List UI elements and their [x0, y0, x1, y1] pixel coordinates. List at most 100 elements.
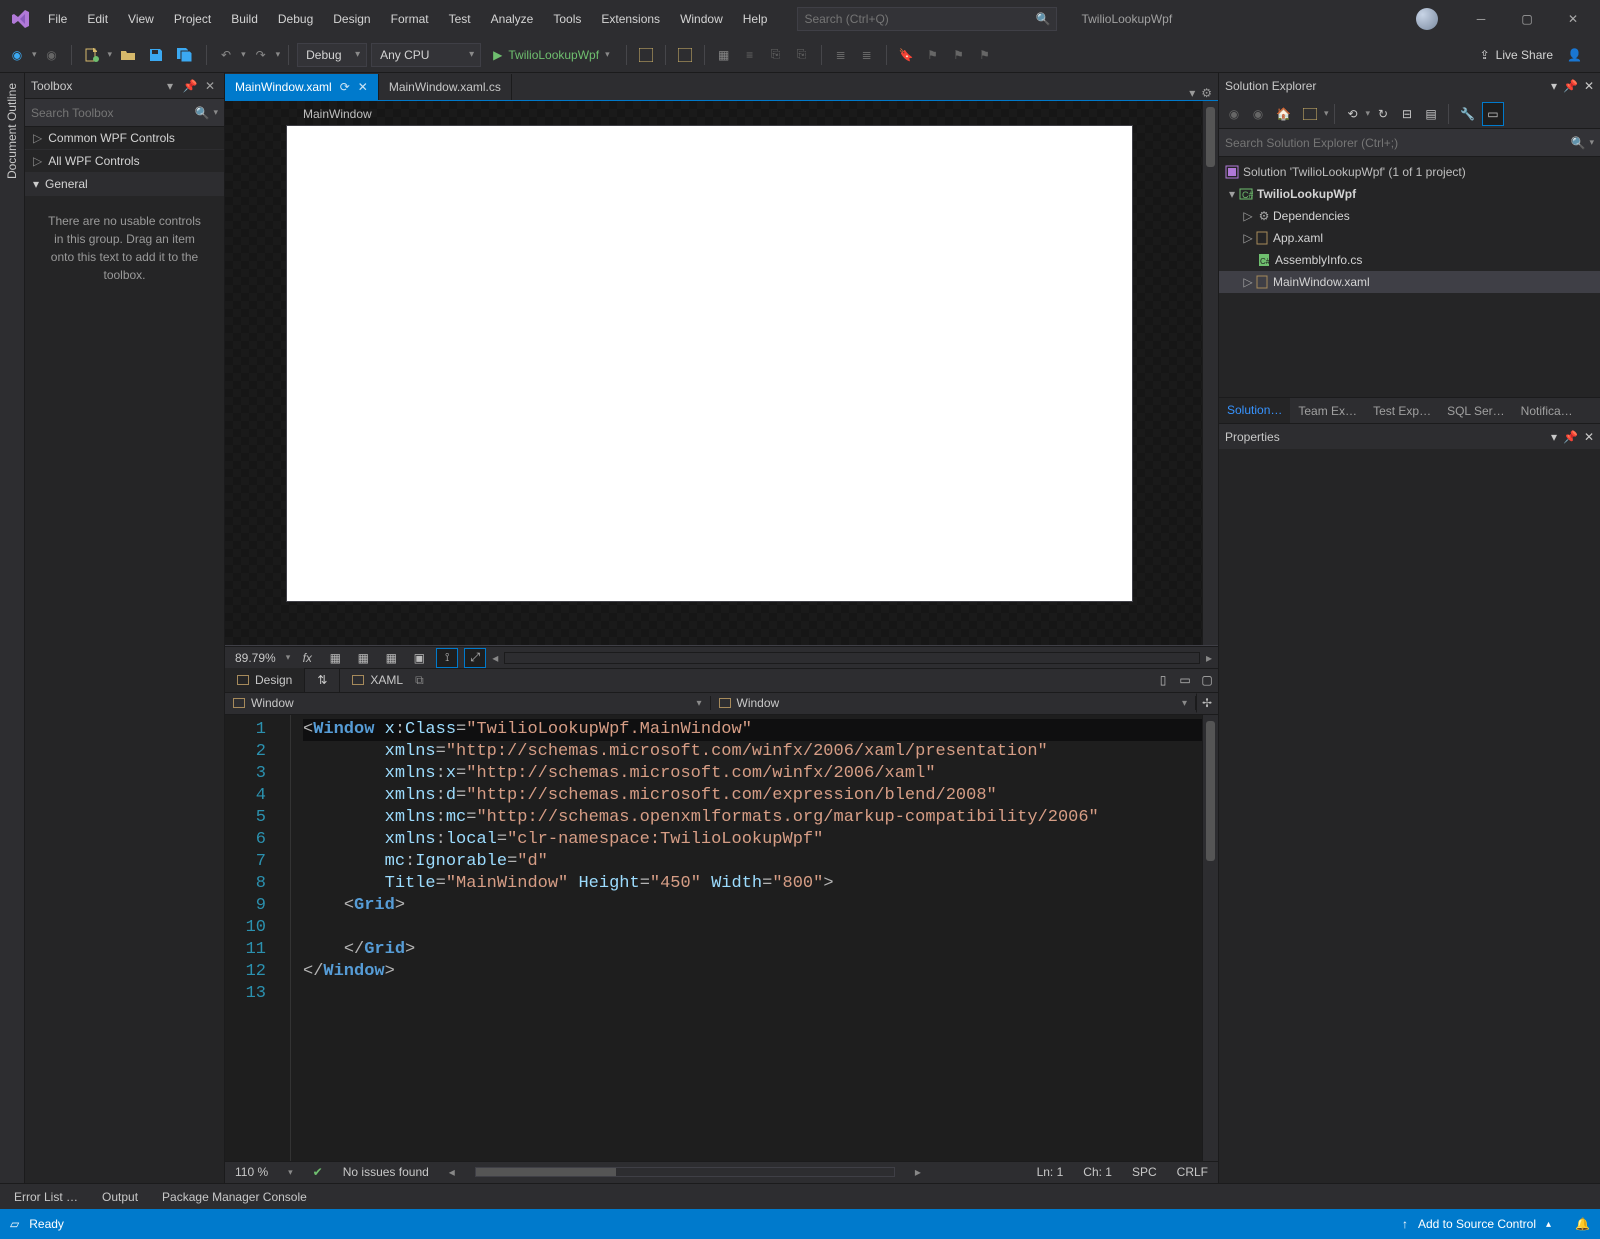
save-all-button[interactable] [172, 43, 198, 67]
grid-btn-1[interactable]: ▦ [324, 648, 346, 668]
design-artboard[interactable] [287, 126, 1132, 601]
dock-tab[interactable]: Output [92, 1186, 148, 1208]
menu-project[interactable]: Project [164, 6, 221, 32]
solution-search-input[interactable] [1225, 136, 1571, 150]
toolbar-btn-d[interactable]: ≡ [739, 43, 761, 67]
chevron-right-icon[interactable]: ▷ [1241, 209, 1255, 223]
menu-build[interactable]: Build [221, 6, 268, 32]
sln-tab[interactable]: Notifica… [1513, 398, 1581, 423]
menu-analyze[interactable]: Analyze [481, 6, 544, 32]
quick-search-input[interactable] [804, 12, 1035, 26]
pin-icon[interactable]: 📌 [182, 79, 198, 93]
save-button[interactable] [144, 43, 168, 67]
preview-toggle[interactable]: ▭ [1482, 102, 1504, 126]
feedback-button[interactable]: 👤 [1563, 43, 1586, 67]
maximize-button[interactable]: ▢ [1504, 4, 1550, 34]
zoom-level[interactable]: 89.79% [231, 651, 280, 665]
config-select[interactable]: Debug [297, 43, 367, 67]
collapse-pane-button[interactable]: ▢ [1196, 670, 1218, 690]
menu-window[interactable]: Window [670, 6, 733, 32]
code-content[interactable]: <Window x:Class="TwilioLookupWpf.MainWin… [291, 715, 1218, 1161]
wrench-icon[interactable]: 🔧 [1455, 102, 1480, 126]
chevron-right-icon[interactable]: ▷ [1241, 275, 1255, 289]
code-zoom[interactable]: 110 % [235, 1165, 268, 1179]
keep-open-icon[interactable]: ⟳ [340, 80, 350, 94]
chevron-down-icon[interactable]: ▾ [1225, 187, 1239, 201]
menu-design[interactable]: Design [323, 6, 380, 32]
tree-dependencies-node[interactable]: ▷ ⚙ Dependencies [1219, 205, 1600, 227]
gear-icon[interactable]: ⚙ [1201, 86, 1212, 100]
grid-btn-2[interactable]: ▦ [352, 648, 374, 668]
bookmark-button[interactable]: 🔖 [895, 43, 918, 67]
nav-back-button[interactable]: ◉ [6, 43, 28, 67]
sync-icon[interactable]: ⟲ [1341, 102, 1363, 126]
sln-tab[interactable]: Team Ex… [1290, 398, 1365, 423]
toolbox-group-general[interactable]: ▾ General [25, 173, 224, 196]
sln-tab[interactable]: Test Exp… [1365, 398, 1439, 423]
nav-forward-button[interactable]: ◉ [41, 43, 63, 67]
sln-tab[interactable]: Solution… [1219, 398, 1290, 423]
redo-button[interactable]: ↷ [250, 43, 272, 67]
quick-search[interactable]: 🔍 [797, 7, 1057, 31]
menu-format[interactable]: Format [381, 6, 439, 32]
refresh-icon[interactable]: ↻ [1372, 102, 1394, 126]
collapse-all-icon[interactable]: ⊟ [1396, 102, 1418, 126]
split-v-button[interactable]: ▯ [1152, 670, 1174, 690]
pin-icon[interactable]: 📌 [1563, 79, 1578, 93]
toolbar-btn-f[interactable]: ⎘ [791, 43, 813, 67]
code-vscroll[interactable] [1202, 715, 1218, 1161]
show-all-icon[interactable]: ▤ [1420, 102, 1442, 126]
solution-search[interactable]: 🔍 ▾ [1219, 129, 1600, 157]
grid-btn-3[interactable]: ▦ [380, 648, 402, 668]
xaml-code-pane[interactable]: 12345678910111213 <Window x:Class="Twili… [225, 715, 1218, 1161]
sln-tab[interactable]: SQL Ser… [1439, 398, 1513, 423]
add-source-control[interactable]: Add to Source Control [1418, 1217, 1536, 1231]
toolbar-btn-c[interactable]: ▦ [713, 43, 735, 67]
close-icon[interactable]: ✕ [1584, 79, 1594, 93]
snap-pressed-btn[interactable]: ⟟ [436, 648, 458, 668]
toolbar-btn-e[interactable]: ⎘ [765, 43, 787, 67]
sln-back-button[interactable]: ◉ [1223, 102, 1245, 126]
close-tab-icon[interactable]: ✕ [358, 80, 368, 94]
toolbar-btn-k[interactable]: ⚑ [974, 43, 996, 67]
platform-select[interactable]: Any CPU [371, 43, 481, 67]
chevron-up-icon[interactable]: ▴ [1546, 1219, 1551, 1230]
toolbar-btn-h[interactable]: ≣ [856, 43, 878, 67]
split-h-button[interactable]: ▭ [1174, 670, 1196, 690]
chevron-right-icon[interactable]: ▷ [1241, 231, 1255, 245]
dock-tab[interactable]: Package Manager Console [152, 1186, 317, 1208]
close-window-button[interactable]: ✕ [1550, 4, 1596, 34]
toolbox-group-common[interactable]: ▷ Common WPF Controls [25, 127, 224, 150]
bell-icon[interactable]: 🔔 [1575, 1217, 1590, 1231]
new-item-button[interactable] [80, 43, 104, 67]
toolbar-btn-j[interactable]: ⚑ [948, 43, 970, 67]
tree-mainwindow-node[interactable]: ▷ MainWindow.xaml [1219, 271, 1600, 293]
dropdown-icon[interactable]: ▾ [1551, 79, 1557, 93]
snap-btn[interactable]: ▣ [408, 648, 430, 668]
tree-solution-node[interactable]: Solution 'TwilioLookupWpf' (1 of 1 proje… [1219, 161, 1600, 183]
tree-appxaml-node[interactable]: ▷ App.xaml [1219, 227, 1600, 249]
tab-overflow-icon[interactable]: ▾ [1189, 86, 1195, 100]
open-file-button[interactable] [116, 43, 140, 67]
start-debug-button[interactable]: ▶ TwilioLookupWpf ▾ [485, 43, 617, 67]
toolbox-dropdown-icon[interactable]: ▾ [162, 79, 178, 93]
snap-pressed-btn-2[interactable]: ⤢ [464, 648, 486, 668]
undo-button[interactable]: ↶ [215, 43, 237, 67]
menu-help[interactable]: Help [733, 6, 778, 32]
xaml-member-combo[interactable]: Window [711, 696, 1197, 710]
menu-debug[interactable]: Debug [268, 6, 323, 32]
menu-file[interactable]: File [38, 6, 77, 32]
toolbox-group-all[interactable]: ▷ All WPF Controls [25, 150, 224, 173]
toolbar-btn-g[interactable]: ≣ [830, 43, 852, 67]
popout-icon[interactable]: ⧉ [415, 673, 424, 688]
minimize-button[interactable]: ─ [1458, 4, 1504, 34]
close-icon[interactable]: ✕ [1584, 430, 1594, 444]
xaml-tab[interactable]: XAML ⧉ [340, 668, 435, 692]
xaml-scope-combo[interactable]: Window [225, 696, 711, 710]
xaml-extra-button[interactable]: ✢ [1196, 693, 1218, 713]
menu-extensions[interactable]: Extensions [591, 6, 670, 32]
dropdown-icon[interactable]: ▾ [1551, 430, 1557, 444]
swap-panes-button[interactable]: ⇅ [304, 668, 340, 692]
menu-view[interactable]: View [118, 6, 164, 32]
design-hscroll[interactable] [504, 652, 1200, 664]
